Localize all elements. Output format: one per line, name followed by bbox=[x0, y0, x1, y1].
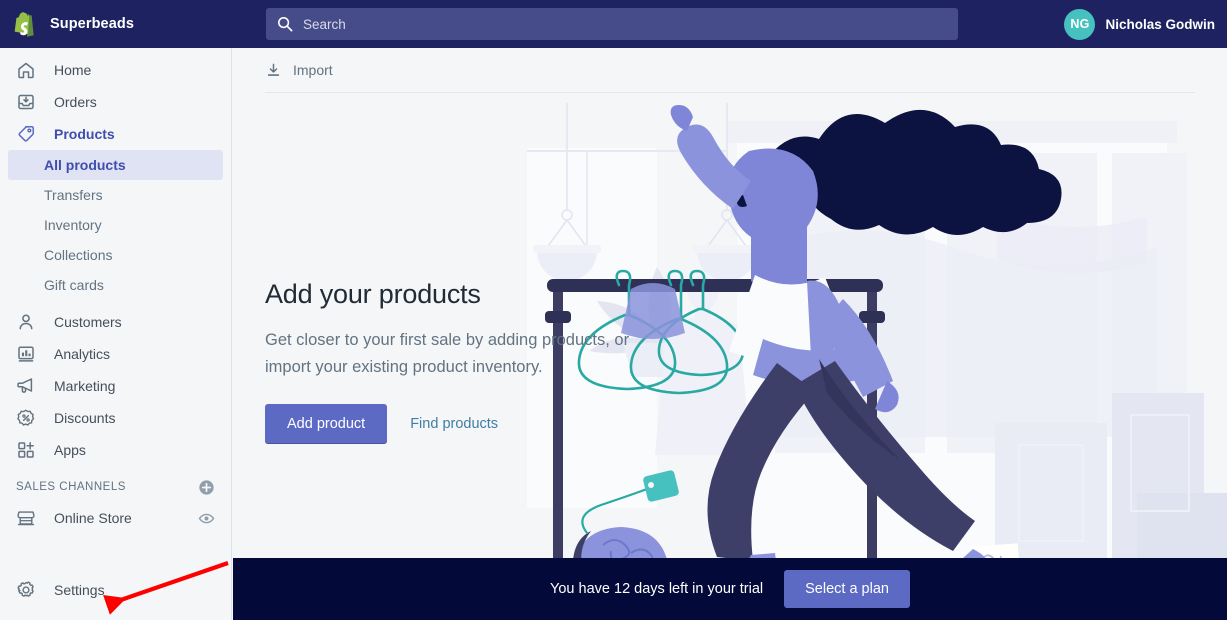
products-tag-icon bbox=[18, 126, 34, 142]
empty-state-copy: Add your products Get closer to your fir… bbox=[265, 279, 665, 445]
sidebar-subitem-all-products[interactable]: All products bbox=[8, 150, 223, 180]
sidebar-item-label: Apps bbox=[54, 442, 86, 458]
analytics-bars-icon bbox=[18, 346, 34, 362]
main-content: Import Add your products Get closer to y… bbox=[233, 48, 1227, 620]
sidebar-item-label: Analytics bbox=[54, 346, 111, 362]
sidebar-subitem-label: Inventory bbox=[44, 217, 102, 233]
sidebar-item-online-store[interactable]: Online Store bbox=[8, 502, 223, 534]
empty-state-description: Get closer to your first sale by adding … bbox=[265, 331, 630, 376]
cta-row: Add product Find products bbox=[265, 404, 665, 445]
sidebar-item-label: Customers bbox=[54, 314, 122, 330]
sidebar-item-label: Orders bbox=[54, 94, 97, 110]
sidebar-item-apps[interactable]: Apps bbox=[8, 434, 223, 466]
select-a-plan-button[interactable]: Select a plan bbox=[784, 570, 910, 608]
page-title: Add your products bbox=[265, 279, 481, 309]
search-icon bbox=[277, 16, 293, 32]
circle-plus-icon[interactable] bbox=[198, 479, 215, 496]
user-name: Nicholas Godwin bbox=[1105, 16, 1215, 32]
import-bar: Import bbox=[233, 48, 1227, 92]
empty-state-canvas: Add your products Get closer to your fir… bbox=[233, 93, 1227, 620]
sidebar-subitem-label: All products bbox=[44, 157, 126, 173]
add-product-button[interactable]: Add product bbox=[265, 404, 388, 445]
store-brand[interactable]: Superbeads bbox=[0, 0, 232, 48]
customer-person-icon bbox=[19, 314, 33, 330]
avatar: NG bbox=[1064, 8, 1096, 40]
top-bar: Superbeads Search NG Nicholas Godwin bbox=[0, 0, 1227, 48]
home-icon bbox=[18, 62, 34, 79]
sidebar-subitem-label: Collections bbox=[44, 247, 113, 263]
sidebar-subitem-transfers[interactable]: Transfers bbox=[8, 180, 223, 210]
import-button[interactable]: Import bbox=[265, 62, 333, 79]
sidebar-subitem-inventory[interactable]: Inventory bbox=[8, 210, 223, 240]
sidebar: Home Orders Products All products Transf… bbox=[0, 48, 232, 620]
online-store-icon bbox=[17, 511, 35, 526]
shopify-admin-window: Superbeads Search NG Nicholas Godwin Hom… bbox=[0, 0, 1227, 620]
orders-inbox-icon bbox=[18, 94, 34, 110]
sidebar-subitem-label: Transfers bbox=[44, 187, 103, 203]
import-download-icon bbox=[267, 63, 280, 76]
sidebar-item-orders[interactable]: Orders bbox=[8, 86, 223, 118]
sidebar-item-label: Products bbox=[54, 126, 115, 142]
sidebar-subitem-gift-cards[interactable]: Gift cards bbox=[8, 270, 223, 300]
sidebar-item-settings[interactable]: Settings bbox=[8, 574, 224, 606]
find-products-link[interactable]: Find products bbox=[410, 416, 498, 432]
sidebar-item-home[interactable]: Home bbox=[8, 54, 223, 86]
sidebar-item-analytics[interactable]: Analytics bbox=[8, 338, 223, 370]
store-name: Superbeads bbox=[50, 16, 134, 32]
sidebar-item-products[interactable]: Products bbox=[8, 118, 223, 150]
import-label: Import bbox=[293, 62, 333, 78]
sidebar-item-label: Online Store bbox=[54, 510, 132, 526]
sales-channels-header: SALES CHANNELS bbox=[8, 472, 223, 502]
sidebar-item-customers[interactable]: Customers bbox=[8, 306, 223, 338]
shopify-bag-logo bbox=[14, 11, 34, 37]
marketing-megaphone-icon bbox=[17, 378, 33, 393]
apps-grid-plus-icon bbox=[18, 442, 34, 458]
search-placeholder: Search bbox=[303, 16, 346, 32]
trial-banner: You have 12 days left in your trial Sele… bbox=[233, 558, 1227, 620]
eye-icon[interactable] bbox=[198, 510, 215, 527]
sidebar-subitem-label: Gift cards bbox=[44, 277, 104, 293]
sales-channels-title: SALES CHANNELS bbox=[16, 481, 126, 493]
user-menu[interactable]: NG Nicholas Godwin bbox=[1064, 8, 1215, 40]
sidebar-item-label: Home bbox=[54, 62, 92, 78]
gear-icon bbox=[17, 581, 34, 597]
sidebar-subitem-collections[interactable]: Collections bbox=[8, 240, 223, 270]
sidebar-item-label: Discounts bbox=[54, 410, 116, 426]
discounts-percent-icon bbox=[17, 409, 35, 426]
sidebar-item-label: Marketing bbox=[54, 378, 116, 394]
trial-message: You have 12 days left in your trial bbox=[550, 581, 764, 597]
sidebar-item-label: Settings bbox=[54, 582, 105, 598]
sidebar-item-discounts[interactable]: Discounts bbox=[8, 402, 223, 434]
sidebar-item-marketing[interactable]: Marketing bbox=[8, 370, 223, 402]
search-field[interactable]: Search bbox=[266, 8, 958, 40]
